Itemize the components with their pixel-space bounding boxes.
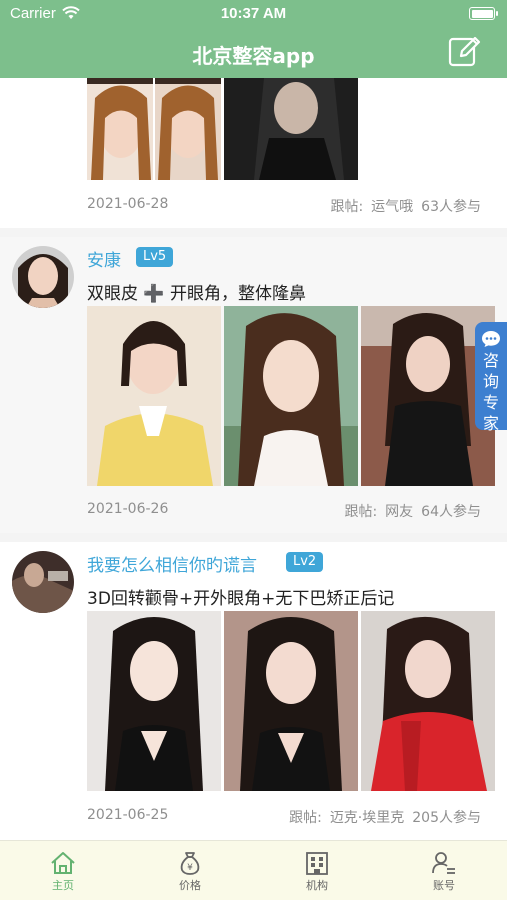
post-photo[interactable] (224, 611, 358, 791)
post-photo[interactable] (224, 78, 358, 180)
consult-label-2: 询 (482, 372, 499, 391)
participants-count: 64人参与 (421, 504, 481, 520)
post-photo[interactable] (87, 78, 221, 180)
post-title[interactable]: 3D回转颧骨+开外眼角+无下巴矫正后记 (87, 584, 394, 609)
consult-label-3: 专 (482, 393, 499, 412)
follow-label: 跟帖: (330, 199, 364, 215)
post-date: 2021-06-26 (87, 501, 169, 517)
tab-home[interactable]: 主页 (0, 841, 126, 900)
tab-price-label: 价格 (179, 879, 201, 892)
status-bar: Carrier 10:37 AM (0, 0, 507, 28)
consult-expert-button[interactable]: 咨 询 专 家 (475, 322, 507, 433)
post-username[interactable]: 我要怎么相信你旳谎言 (87, 551, 257, 576)
tab-price[interactable]: ¥ 价格 (127, 841, 253, 900)
user-list-icon (432, 852, 455, 874)
participants-count: 63人参与 (421, 199, 481, 215)
tab-institution[interactable]: 机构 (254, 841, 380, 900)
follow-label: 跟帖: (289, 810, 322, 826)
tab-institution-label: 机构 (306, 879, 328, 892)
tab-bar: 主页 ¥ 价格 机构 账号 (0, 840, 507, 900)
tab-home-label: 主页 (52, 879, 74, 892)
chat-bubble-icon (482, 331, 500, 347)
follow-user[interactable]: 运气哦 (371, 199, 413, 215)
post-date: 2021-06-28 (87, 196, 169, 212)
post-photo[interactable] (224, 306, 358, 486)
post-date: 2021-06-25 (87, 807, 169, 823)
post-title[interactable]: 双眼皮 ➕ 开眼角，整体隆鼻 (87, 279, 306, 304)
tab-account-label: 账号 (433, 879, 455, 892)
top-bar: Carrier 10:37 AM 北京整容app (0, 0, 507, 78)
tab-account[interactable]: 账号 (381, 841, 507, 900)
post-meta: 跟帖: 网友 64人参与 (336, 501, 481, 521)
svg-text:¥: ¥ (187, 863, 193, 873)
home-icon (51, 852, 75, 874)
post-username[interactable]: 安康 (87, 246, 121, 271)
post-card[interactable]: 我要怎么相信你旳谎言 Lv2 3D回转颧骨+开外眼角+无下巴矫正后记 2021-… (0, 542, 507, 840)
post-photo[interactable] (361, 611, 495, 791)
edit-button[interactable] (447, 34, 481, 68)
post-photo[interactable] (87, 611, 221, 791)
page-title: 北京整容app (192, 44, 315, 68)
edit-icon (448, 36, 481, 67)
consult-label-4: 家 (482, 414, 499, 433)
money-bag-icon: ¥ (180, 852, 200, 875)
post-card[interactable]: 2021-06-28 跟帖: 运气哦 63人参与 (0, 78, 507, 228)
post-photo[interactable] (87, 306, 221, 486)
building-icon (306, 852, 328, 875)
feed[interactable]: 2021-06-28 跟帖: 运气哦 63人参与 安康 Lv5 双眼皮 ➕ 开眼角，… (0, 78, 507, 840)
follow-user[interactable]: 迈克·埃里克 (330, 810, 404, 826)
follow-user[interactable]: 网友 (385, 504, 413, 520)
post-meta: 跟帖: 迈克·埃里克 205人参与 (281, 807, 481, 827)
post-meta: 跟帖: 运气哦 63人参与 (322, 196, 481, 216)
level-badge: Lv5 (136, 247, 174, 267)
avatar[interactable] (12, 246, 74, 308)
participants-count: 205人参与 (412, 810, 481, 826)
status-time: 10:37 AM (220, 5, 287, 22)
post-card[interactable]: 安康 Lv5 双眼皮 ➕ 开眼角，整体隆鼻 2021-06-26 跟帖: 网友 … (0, 237, 507, 533)
battery-icon (469, 7, 498, 20)
follow-label: 跟帖: (344, 504, 378, 520)
level-badge: Lv2 (286, 552, 324, 572)
consult-label-1: 咨 (482, 351, 499, 370)
app-screen: Carrier 10:37 AM 北京整容app 2021-06-28 跟帖: … (0, 0, 507, 900)
avatar[interactable] (12, 551, 74, 613)
